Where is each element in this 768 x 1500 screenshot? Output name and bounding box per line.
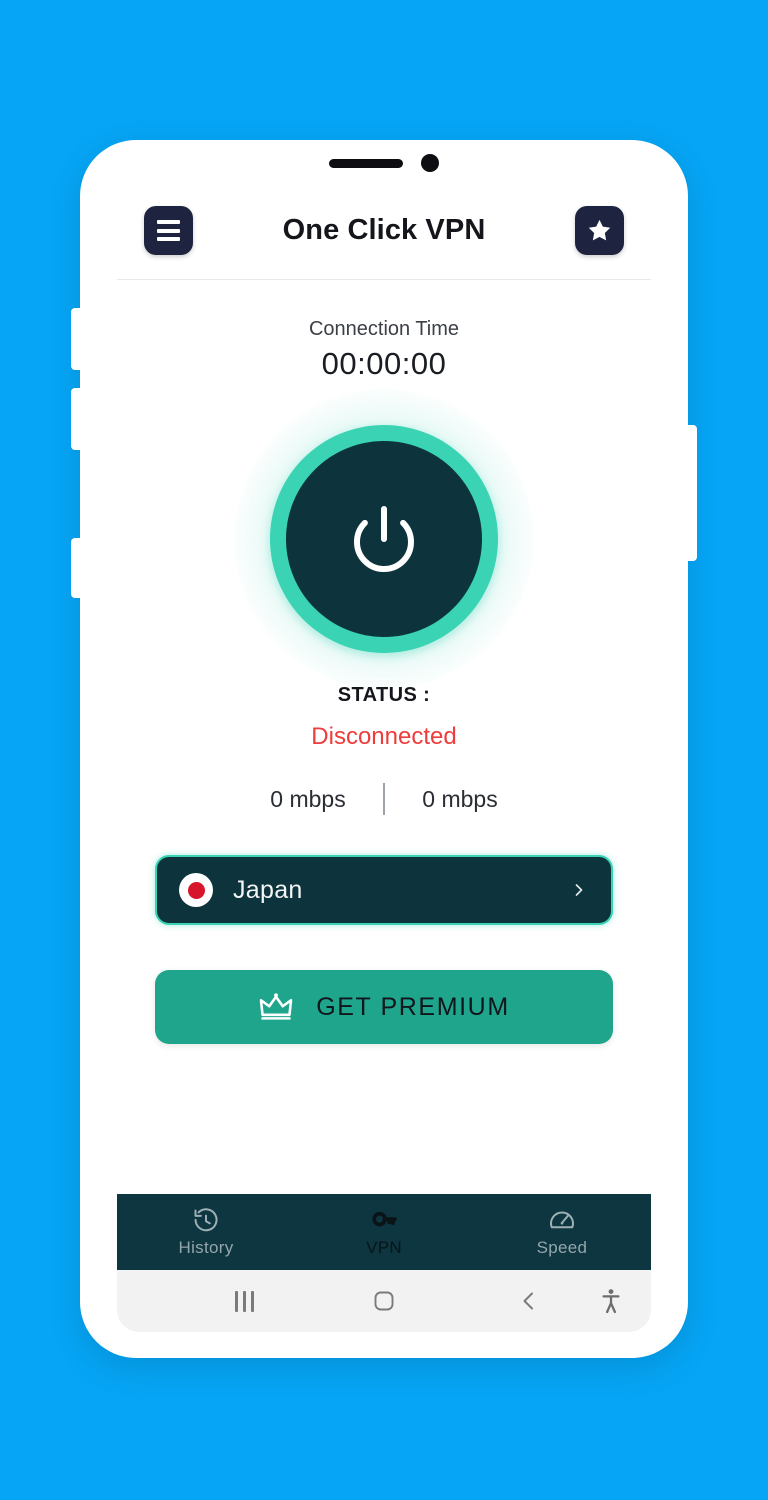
vpn-power-toggle[interactable] bbox=[270, 425, 498, 653]
phone-frame: One Click VPN Connection Time 00:00:00 S… bbox=[71, 140, 697, 1358]
chevron-right-icon bbox=[569, 880, 589, 900]
recents-button[interactable] bbox=[235, 1290, 254, 1312]
home-button[interactable] bbox=[372, 1289, 396, 1313]
device-power-button[interactable] bbox=[687, 425, 697, 561]
volume-up-button[interactable] bbox=[71, 308, 81, 370]
download-speed: 0 mbps bbox=[270, 785, 346, 812]
android-system-nav bbox=[117, 1270, 651, 1332]
tab-history[interactable]: History bbox=[117, 1194, 295, 1270]
power-icon bbox=[353, 506, 414, 572]
phone-screen: One Click VPN Connection Time 00:00:00 S… bbox=[117, 182, 651, 1332]
main-content: Connection Time 00:00:00 STATUS : Discon… bbox=[117, 280, 651, 1270]
app-header: One Click VPN bbox=[117, 182, 651, 280]
favorite-button[interactable] bbox=[575, 206, 624, 255]
tab-vpn[interactable]: VPN bbox=[295, 1194, 473, 1270]
home-square-icon bbox=[374, 1291, 394, 1311]
key-icon bbox=[372, 1211, 397, 1226]
page-title: One Click VPN bbox=[282, 214, 486, 246]
japan-flag-icon bbox=[179, 873, 213, 907]
mute-button[interactable] bbox=[71, 538, 81, 598]
recents-icon bbox=[235, 1290, 254, 1312]
tab-speed-label: Speed bbox=[536, 1237, 588, 1257]
earpiece-speaker-icon bbox=[329, 158, 403, 168]
accessibility-button[interactable] bbox=[599, 1288, 623, 1314]
back-chevron-icon bbox=[523, 1292, 533, 1310]
bottom-navigation: History VPN Speed bbox=[117, 1194, 651, 1270]
phone-notch bbox=[234, 140, 534, 186]
connection-time-label: Connection Time bbox=[308, 318, 460, 340]
accessibility-icon bbox=[602, 1289, 620, 1314]
country-name: Japan bbox=[233, 875, 303, 904]
speedometer-icon bbox=[550, 1210, 574, 1228]
tab-speed[interactable]: Speed bbox=[473, 1194, 651, 1270]
hamburger-menu-icon bbox=[157, 220, 180, 241]
tab-history-label: History bbox=[178, 1237, 234, 1257]
star-icon bbox=[588, 219, 611, 241]
connection-timer: 00:00:00 bbox=[321, 346, 447, 381]
status-label: STATUS : bbox=[337, 684, 431, 706]
crown-icon bbox=[259, 993, 293, 1020]
power-button-area bbox=[117, 389, 651, 689]
tab-vpn-label: VPN bbox=[366, 1237, 402, 1257]
get-premium-label: GET PREMIUM bbox=[316, 992, 510, 1021]
upload-speed: 0 mbps bbox=[422, 785, 498, 812]
status-badge: Disconnected bbox=[311, 723, 457, 750]
history-clock-icon bbox=[194, 1207, 218, 1231]
country-selector[interactable]: Japan bbox=[155, 855, 613, 925]
speed-row: 0 mbps 0 mbps bbox=[117, 783, 651, 815]
get-premium-button[interactable]: GET PREMIUM bbox=[155, 970, 613, 1044]
back-button[interactable] bbox=[517, 1289, 541, 1313]
menu-button[interactable] bbox=[144, 206, 193, 255]
volume-down-button[interactable] bbox=[71, 388, 81, 450]
front-camera-icon bbox=[421, 154, 439, 172]
